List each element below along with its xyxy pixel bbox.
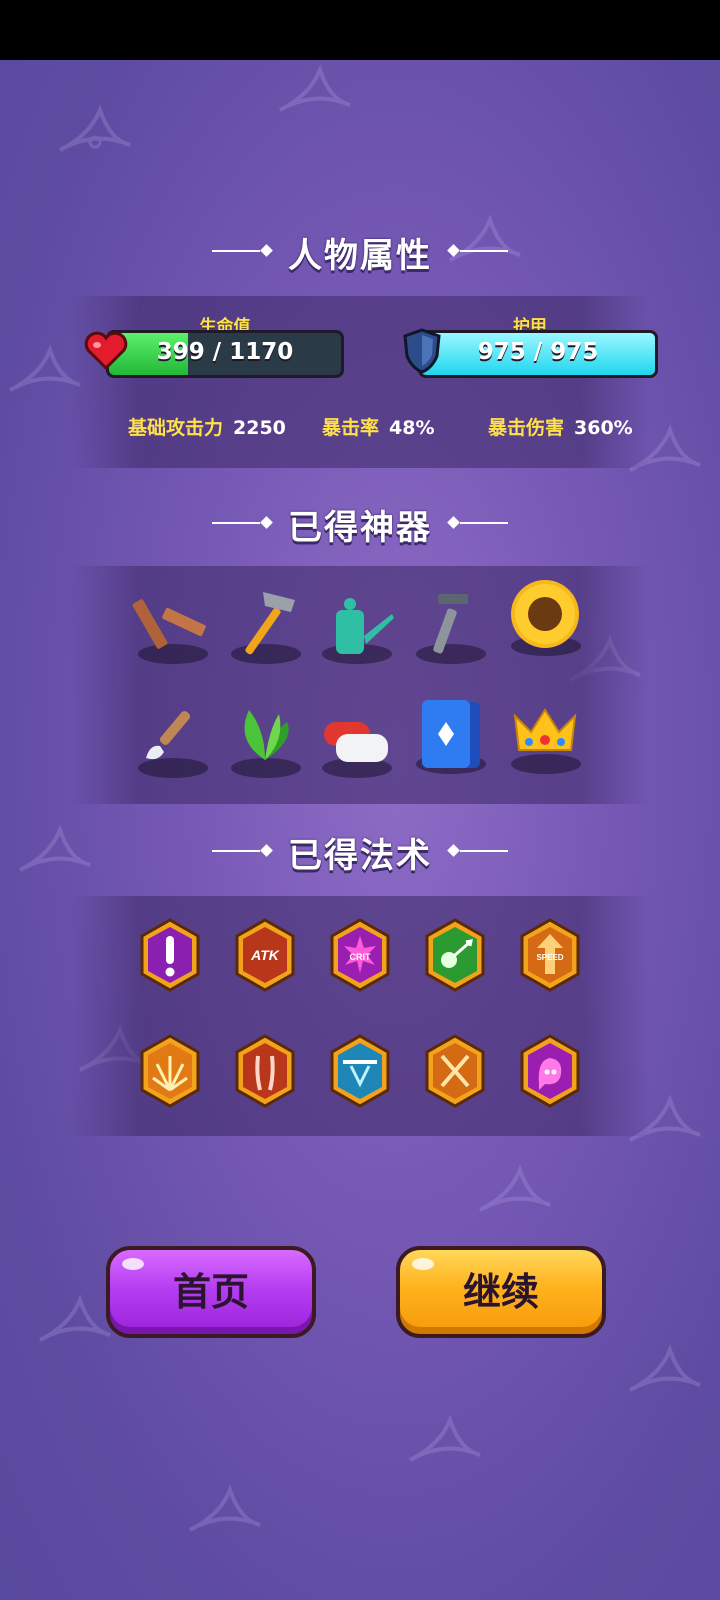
- wooden-planks-icon: [132, 599, 206, 649]
- title-diamond: [260, 244, 273, 257]
- spell-burst[interactable]: [139, 1034, 201, 1108]
- crit-damage-value: 360%: [574, 417, 633, 439]
- title-diamond: [447, 516, 460, 529]
- artifact-watering-can[interactable]: [316, 586, 396, 666]
- spell-crit[interactable]: CRIT: [329, 918, 391, 992]
- playing-card-icon: [422, 700, 480, 768]
- spell-ghost[interactable]: [519, 1034, 581, 1108]
- title-diamond: [447, 244, 460, 257]
- paintbrush-icon: [146, 711, 191, 760]
- wizard-hat-bg-icon: [400, 1410, 490, 1470]
- button-shine: [412, 1258, 434, 1270]
- claws-spell-icon: [235, 1034, 295, 1108]
- crit-damage-label: 暴击伤害: [488, 417, 565, 439]
- spell-speed[interactable]: SPEED: [519, 918, 581, 992]
- title-diamond: [260, 516, 273, 529]
- title-divider: [460, 250, 508, 252]
- artifact-earbuds-case[interactable]: [316, 700, 396, 780]
- wizard-hat-bg-icon: [270, 60, 360, 120]
- speed-badge-text: SPEED: [536, 953, 563, 962]
- hammer-icon: [245, 592, 295, 655]
- wizard-hat-bg-icon: [470, 1160, 560, 1220]
- crit-badge-text: CRIT: [350, 952, 371, 962]
- wizard-hat-bg-icon: [180, 1480, 270, 1540]
- artifact-hammer[interactable]: [225, 586, 305, 666]
- artifact-playing-card[interactable]: [410, 696, 490, 776]
- base-attack-value: 2250: [233, 417, 286, 439]
- crit-damage-stat: 暴击伤害 360%: [488, 413, 633, 440]
- crossed-swords-spell-icon: [425, 1034, 485, 1108]
- artifact-crown[interactable]: [505, 696, 585, 776]
- sunflower-icon: [511, 580, 579, 648]
- home-button[interactable]: 首页: [106, 1246, 316, 1338]
- spell-claws[interactable]: [234, 1034, 296, 1108]
- ghost-spell-icon: [520, 1034, 580, 1108]
- continue-button[interactable]: 继续: [396, 1246, 606, 1338]
- armor-value: 975 / 975: [477, 339, 599, 365]
- crown-icon: [513, 708, 577, 751]
- artifact-sunflower[interactable]: [505, 578, 585, 658]
- stats-title-text: 人物属性: [288, 236, 432, 276]
- spell-skull[interactable]: [424, 918, 486, 992]
- watering-can-icon: [336, 598, 394, 654]
- title-divider: [460, 850, 508, 852]
- razor-icon: [433, 594, 468, 654]
- stats-section-title: 人物属性: [0, 228, 720, 276]
- artifact-paintbrush[interactable]: [132, 700, 212, 780]
- speed-spell-icon: SPEED: [520, 918, 580, 992]
- continue-button-label: 继续: [462, 1270, 539, 1314]
- armor-bar: 975 / 975: [418, 330, 658, 378]
- title-diamond: [447, 844, 460, 857]
- base-attack-stat: 基础攻击力 2250: [128, 413, 286, 440]
- bow-spell-icon: [330, 1034, 390, 1108]
- home-button-label: 首页: [172, 1270, 249, 1314]
- artifact-razor[interactable]: [410, 586, 490, 666]
- heart-icon: [84, 330, 128, 371]
- hp-value: 399 / 1170: [156, 339, 294, 365]
- atk-spell-icon: ATK: [235, 918, 295, 992]
- burst-spell-icon: [140, 1034, 200, 1108]
- atk-badge-text: ATK: [250, 947, 280, 963]
- exclamation-spell-icon: [140, 918, 200, 992]
- artifacts-section-title: 已得神器: [0, 500, 720, 548]
- leaf-plant-icon: [244, 710, 289, 760]
- crit-rate-stat: 暴击率 48%: [322, 413, 435, 440]
- spell-bow[interactable]: [329, 1034, 391, 1108]
- crit-rate-value: 48%: [389, 417, 435, 439]
- artifacts-title-text: 已得神器: [288, 508, 432, 548]
- wizard-hat-bg-icon: [50, 100, 140, 160]
- spells-section-title: 已得法术: [0, 828, 720, 876]
- hp-bar: 399 / 1170: [106, 330, 344, 378]
- button-shine: [122, 1258, 144, 1270]
- spell-crossed-swords[interactable]: [424, 1034, 486, 1108]
- title-diamond: [260, 844, 273, 857]
- spell-atk[interactable]: ATK: [234, 918, 296, 992]
- title-divider: [212, 522, 260, 524]
- crit-rate-label: 暴击率: [322, 417, 380, 439]
- title-divider: [460, 522, 508, 524]
- shield-icon: [402, 328, 442, 374]
- title-divider: [212, 850, 260, 852]
- artifact-wooden-planks[interactable]: [132, 586, 212, 666]
- base-attack-label: 基础攻击力: [128, 417, 224, 439]
- spell-exclamation[interactable]: [139, 918, 201, 992]
- earbuds-case-icon: [324, 722, 388, 762]
- spells-title-text: 已得法术: [288, 836, 432, 876]
- wizard-hat-bg-icon: [620, 1340, 710, 1400]
- title-divider: [212, 250, 260, 252]
- skull-spell-icon: [425, 918, 485, 992]
- artifact-leaf-plant[interactable]: [225, 700, 305, 780]
- crit-spell-icon: CRIT: [330, 918, 390, 992]
